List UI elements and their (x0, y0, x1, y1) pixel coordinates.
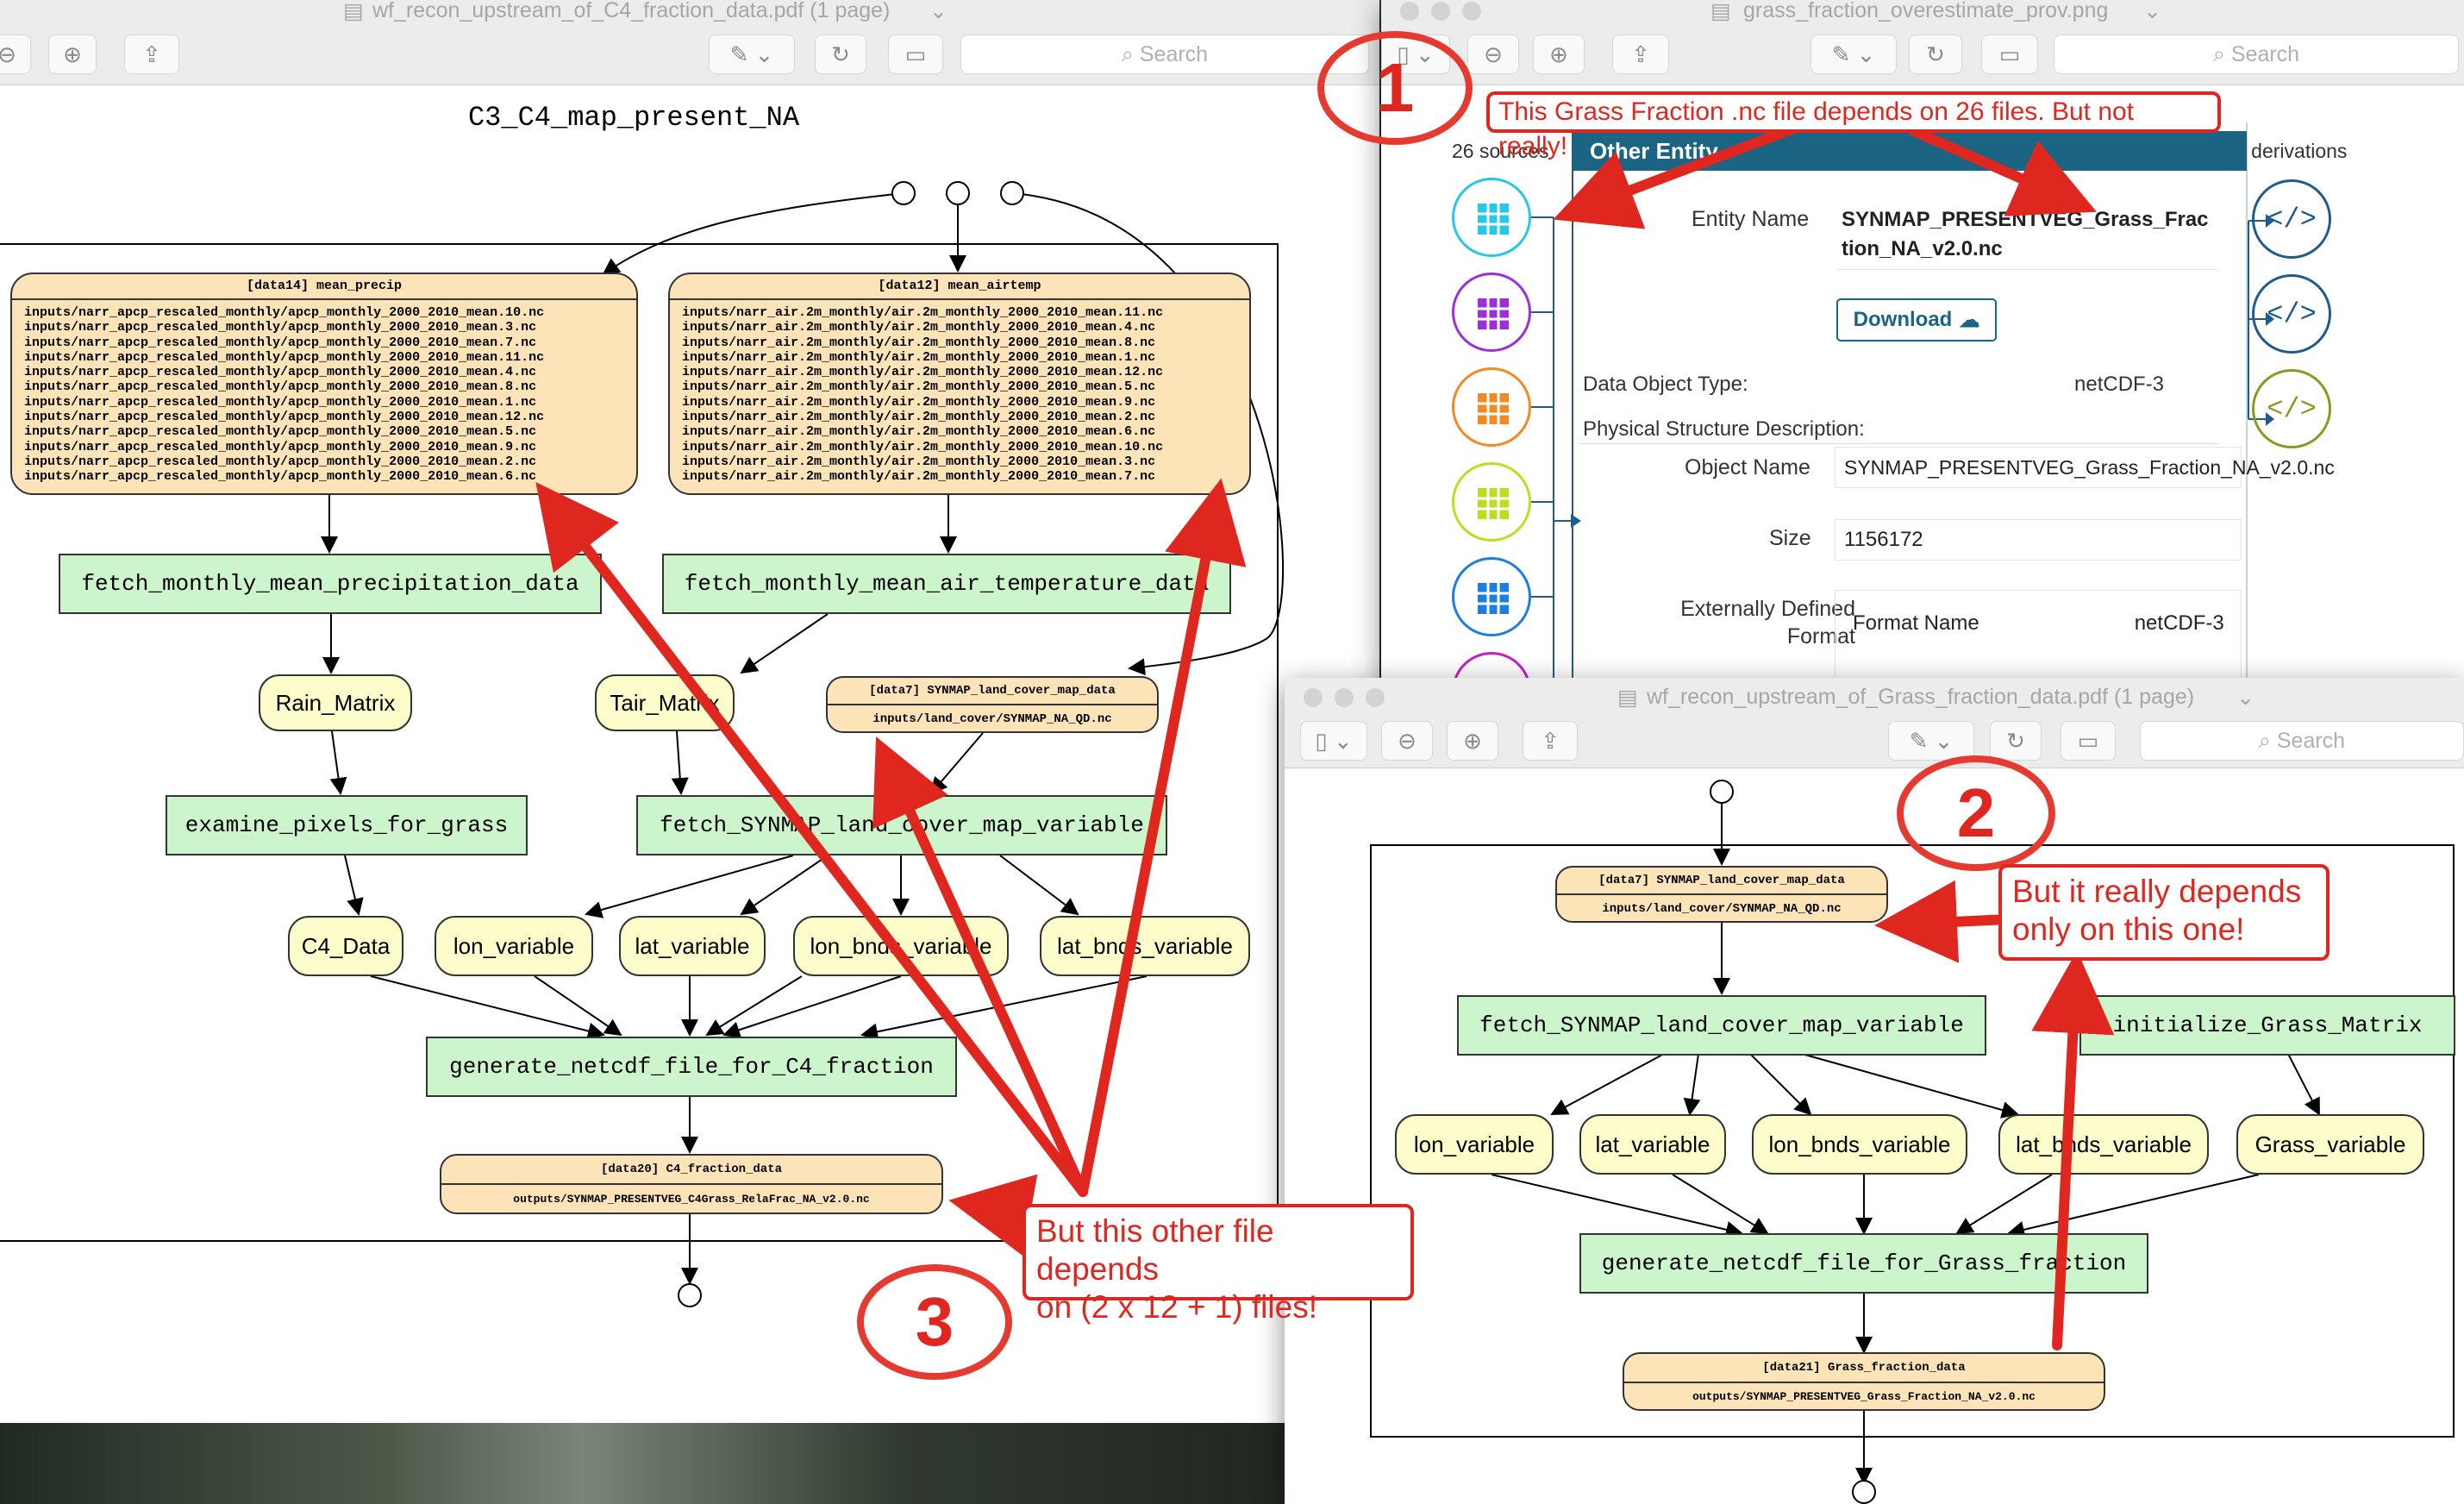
annotation-number-2: 2 (1897, 755, 2055, 871)
callout-3-line2: on (2 x 12 + 1) files! (1036, 1289, 1317, 1325)
callout-2: But it really depends only on this one! (1998, 864, 2330, 961)
callout-3-line1: But this other file depends (1036, 1213, 1274, 1287)
callout-2-line2: only on this one! (2012, 912, 2245, 947)
callout-3: But this other file depends on (2 x 12 +… (1022, 1204, 1414, 1325)
annotation-number-1: 1 (1317, 31, 1473, 145)
annotation-number-3: 3 (857, 1264, 1012, 1380)
callout-2-line1: But it really depends (2012, 874, 2302, 909)
callout-1: This Grass Fraction .nc file depends on … (1486, 91, 2221, 160)
